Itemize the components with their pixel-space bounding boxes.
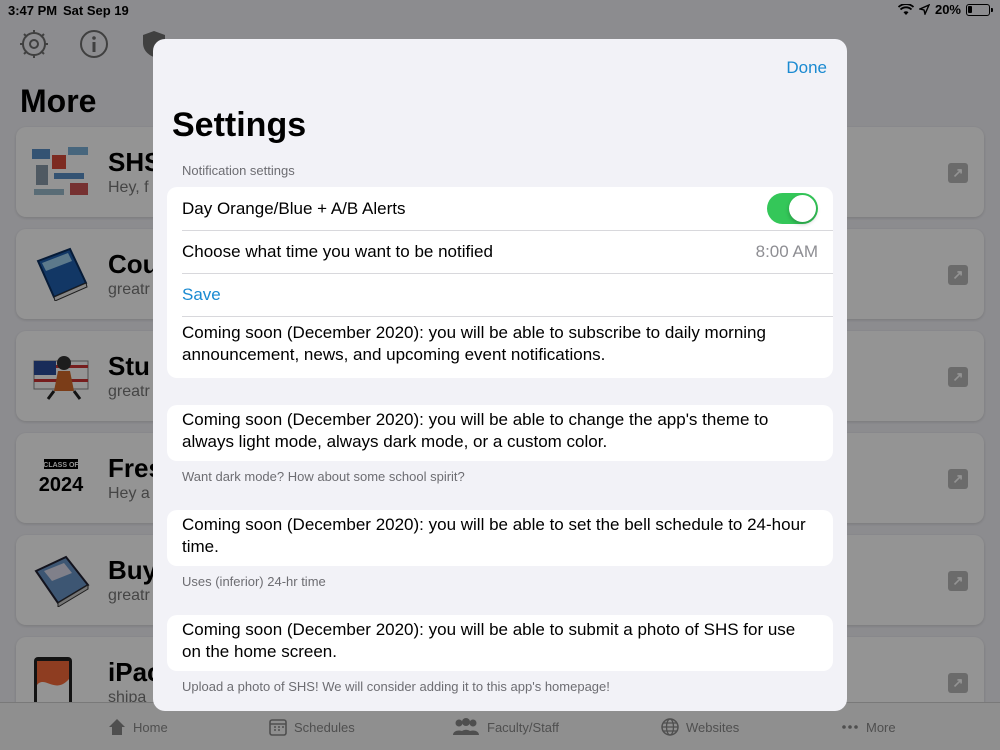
- theme-note: Coming soon (December 2020): you will be…: [182, 410, 769, 451]
- sheet-title: Settings: [172, 106, 307, 144]
- bell-note: Coming soon (December 2020): you will be…: [182, 515, 806, 556]
- notify-time-row[interactable]: Choose what time you want to be notified…: [167, 230, 833, 273]
- alerts-toggle[interactable]: [767, 193, 818, 224]
- notification-settings-group: Day Orange/Blue + A/B Alerts Choose what…: [167, 187, 833, 378]
- notify-time-value[interactable]: 8:00 AM: [756, 242, 818, 262]
- save-button[interactable]: Save: [182, 285, 221, 305]
- done-button[interactable]: Done: [786, 58, 827, 78]
- save-row[interactable]: Save: [167, 273, 833, 316]
- bell-footer: Uses (inferior) 24-hr time: [182, 574, 326, 589]
- photo-group: Coming soon (December 2020): you will be…: [167, 615, 833, 671]
- photo-footer: Upload a photo of SHS! We will consider …: [182, 679, 610, 694]
- toggle-knob: [789, 195, 816, 222]
- theme-group: Coming soon (December 2020): you will be…: [167, 405, 833, 461]
- photo-note: Coming soon (December 2020): you will be…: [182, 620, 796, 661]
- settings-sheet: Done Settings Notification settings Day …: [153, 39, 847, 711]
- alerts-row: Day Orange/Blue + A/B Alerts: [167, 187, 833, 230]
- section-header-notifications: Notification settings: [182, 163, 295, 178]
- theme-footer: Want dark mode? How about some school sp…: [182, 469, 465, 484]
- alerts-label: Day Orange/Blue + A/B Alerts: [182, 198, 406, 218]
- bell-schedule-group: Coming soon (December 2020): you will be…: [167, 510, 833, 566]
- notification-note: Coming soon (December 2020): you will be…: [167, 316, 833, 378]
- notify-time-label: Choose what time you want to be notified: [182, 241, 493, 261]
